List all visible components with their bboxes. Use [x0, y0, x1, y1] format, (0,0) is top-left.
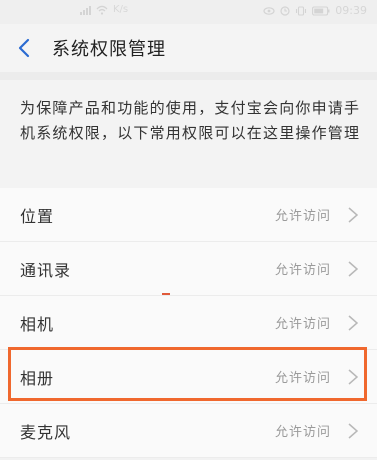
battery-icon — [312, 5, 330, 16]
permission-item-camera[interactable]: 相机 允许访问 — [0, 296, 377, 350]
signal-icon — [80, 5, 91, 15]
page-title: 系统权限管理 — [52, 39, 166, 60]
permission-status: 允许访问 — [274, 209, 331, 224]
vibrate-icon — [296, 5, 307, 16]
permission-label: 位置 — [20, 207, 55, 226]
permission-label: 通讯录 — [20, 261, 72, 280]
eye-comfort-icon — [263, 6, 275, 15]
permission-label: 相册 — [20, 369, 55, 388]
permission-status: 允许访问 — [274, 263, 331, 278]
permission-label: 麦克风 — [20, 423, 72, 442]
permission-item-contacts[interactable]: 通讯录 允许访问 — [0, 242, 377, 296]
notice-text: 为保障产品和功能的使用，支付宝会向你申请手机系统权限，以下常用权限可以在这里操作… — [20, 99, 361, 142]
back-button[interactable] — [14, 37, 36, 59]
alarm-icon — [280, 5, 290, 16]
permission-notice: 为保障产品和功能的使用，支付宝会向你申请手机系统权限，以下常用权限可以在这里操作… — [0, 80, 377, 188]
permission-list: 位置 允许访问 通讯录 允许访问 相机 允许访问 相册 允许访问 麦克风 允许访… — [0, 188, 377, 458]
permission-status: 允许访问 — [274, 371, 331, 386]
section-divider — [0, 72, 377, 80]
red-mark — [162, 293, 170, 295]
status-bar-left: K/s — [80, 4, 128, 15]
status-bar-right: 09:39 — [263, 4, 367, 17]
chevron-right-icon — [348, 207, 359, 223]
permission-status: 允许访问 — [274, 317, 331, 332]
chevron-right-icon — [348, 261, 359, 277]
chevron-right-icon — [348, 423, 359, 439]
permission-item-photos[interactable]: 相册 允许访问 — [0, 350, 377, 404]
permission-item-microphone[interactable]: 麦克风 允许访问 — [0, 404, 377, 458]
permission-status: 允许访问 — [274, 425, 331, 440]
permission-item-location[interactable]: 位置 允许访问 — [0, 188, 377, 242]
wifi-icon — [96, 5, 108, 15]
network-speed: K/s — [113, 4, 129, 15]
title-bar: 系统权限管理 — [0, 24, 377, 72]
chevron-right-icon — [348, 315, 359, 331]
chevron-left-icon — [18, 38, 30, 58]
status-time: 09:39 — [335, 4, 367, 17]
permission-label: 相机 — [20, 315, 55, 334]
chevron-right-icon — [348, 369, 359, 385]
status-bar: K/s 09:39 — [0, 0, 377, 24]
